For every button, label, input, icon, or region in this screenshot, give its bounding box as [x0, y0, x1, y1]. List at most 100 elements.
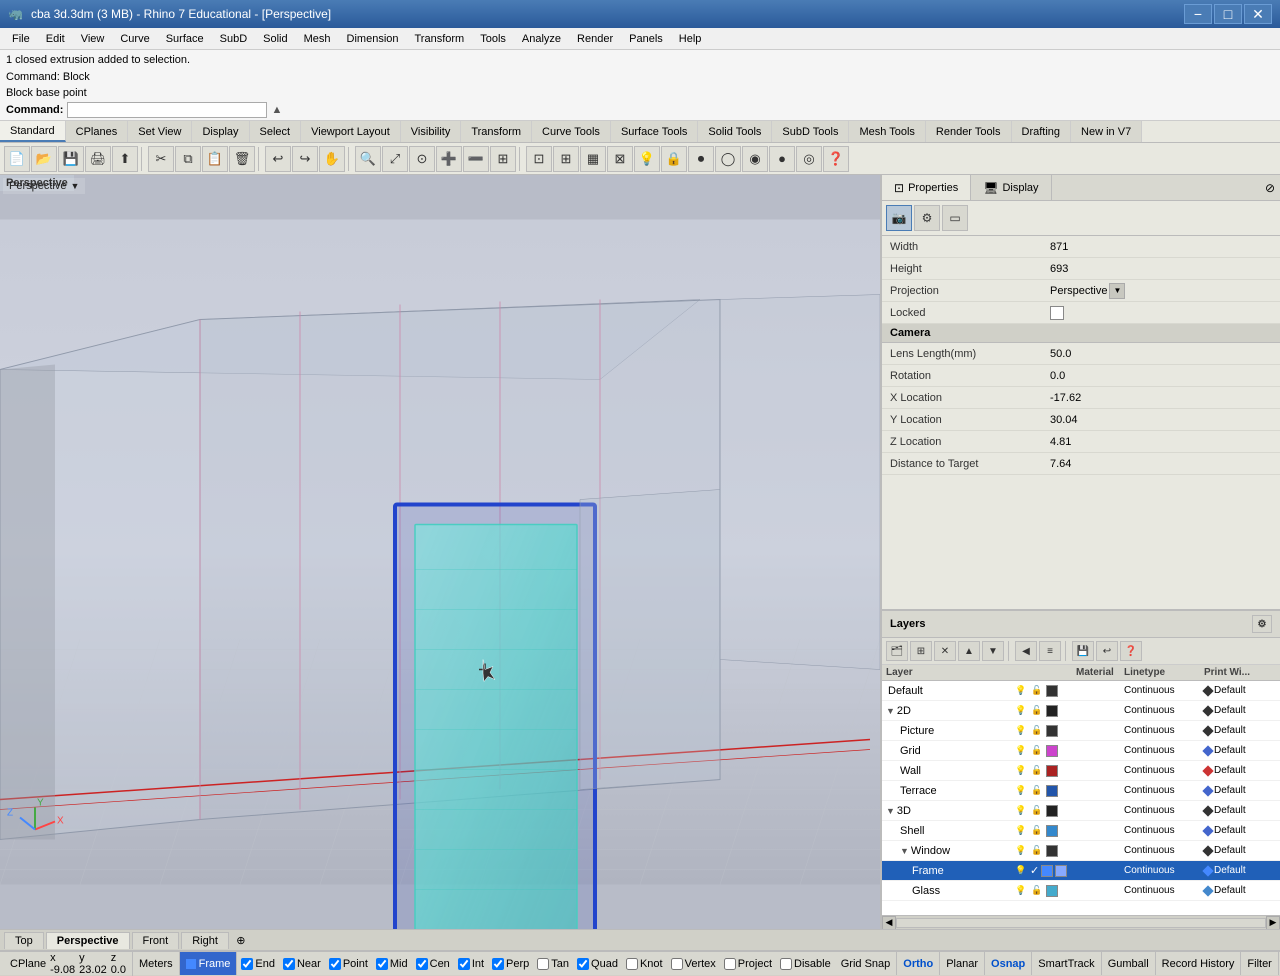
tab-display-panel[interactable]: 🖥 Display	[971, 175, 1051, 200]
osnap-button[interactable]: Osnap	[985, 952, 1032, 975]
layer-color-frame[interactable]	[1041, 865, 1053, 877]
layer-delete-button[interactable]: ✕	[934, 641, 956, 661]
layer-lock-glass[interactable]: 🔓	[1030, 884, 1044, 898]
osnap-project[interactable]: Project	[720, 958, 776, 970]
osnap-int[interactable]: Int	[454, 958, 488, 970]
menu-file[interactable]: File	[4, 31, 38, 47]
osnap-near-checkbox[interactable]	[283, 958, 295, 970]
copy-button[interactable]: ⧉	[175, 146, 201, 172]
tab-properties[interactable]: ⊡ Properties	[882, 175, 971, 200]
layer-color-glass[interactable]	[1046, 885, 1058, 897]
pan-button[interactable]: ✋	[319, 146, 345, 172]
menu-analyze[interactable]: Analyze	[514, 31, 569, 47]
layer-row-shell[interactable]: Shell 💡 🔓 Continuous Default	[882, 821, 1280, 841]
redo-button[interactable]: ↪	[292, 146, 318, 172]
layer-row-window[interactable]: ▼ Window 💡 🔓 Continuous Default	[882, 841, 1280, 861]
menu-dimension[interactable]: Dimension	[339, 31, 407, 47]
scroll-track[interactable]	[896, 918, 1266, 928]
layer-up-button[interactable]: ▲	[958, 641, 980, 661]
zoom-extents[interactable]: ⤢	[382, 146, 408, 172]
layer-row-default[interactable]: Default 💡 🔓 Continuous Default	[882, 681, 1280, 701]
layer-visible-2d[interactable]: 💡	[1014, 704, 1028, 718]
tab-render-tools[interactable]: Render Tools	[926, 121, 1012, 142]
layer-indicator[interactable]: Frame	[180, 952, 238, 975]
projection-dropdown-arrow[interactable]: ▼	[1109, 283, 1125, 299]
osnap-project-checkbox[interactable]	[724, 958, 736, 970]
panel-collapse-button[interactable]: ⊘	[1260, 175, 1280, 200]
menu-help[interactable]: Help	[671, 31, 710, 47]
layer-expand-2d[interactable]: ▼	[886, 706, 895, 716]
menu-render[interactable]: Render	[569, 31, 621, 47]
tab-subd-tools[interactable]: SubD Tools	[772, 121, 849, 142]
settings-icon-button[interactable]: ⚙	[914, 205, 940, 231]
incremental-save[interactable]: ⬆	[112, 146, 138, 172]
layer-lock-3d[interactable]: 🔓	[1030, 804, 1044, 818]
record-history-button[interactable]: Record History	[1156, 952, 1242, 975]
rect-icon-button[interactable]: ▭	[942, 205, 968, 231]
smarttrack-button[interactable]: SmartTrack	[1032, 952, 1101, 975]
tab-right[interactable]: Right	[181, 932, 229, 949]
osnap-mid[interactable]: Mid	[372, 958, 412, 970]
layer-row-2d[interactable]: ▼ 2D 💡 🔓 Continuous Default	[882, 701, 1280, 721]
tab-display[interactable]: Display	[192, 121, 249, 142]
osnap-cen-checkbox[interactable]	[416, 958, 428, 970]
layer-row-3d[interactable]: ▼ 3D 💡 🔓 Continuous Default	[882, 801, 1280, 821]
layer-color-window[interactable]	[1046, 845, 1058, 857]
layer-down-button[interactable]: ▼	[982, 641, 1004, 661]
menu-mesh[interactable]: Mesh	[296, 31, 339, 47]
help-button[interactable]: ❓	[823, 146, 849, 172]
menu-surface[interactable]: Surface	[158, 31, 212, 47]
osnap-tan[interactable]: Tan	[533, 958, 573, 970]
viewport-grid[interactable]: ⊞	[490, 146, 516, 172]
osnap-quad-checkbox[interactable]	[577, 958, 589, 970]
osnap-point-checkbox[interactable]	[329, 958, 341, 970]
zoom-out[interactable]: ➖	[463, 146, 489, 172]
viewport-container[interactable]: Perspective	[0, 175, 880, 929]
menu-panels[interactable]: Panels	[621, 31, 671, 47]
filter-button[interactable]: Filter	[1241, 952, 1278, 975]
record-history[interactable]: ⏺	[688, 146, 714, 172]
crossing-select[interactable]: ⊠	[607, 146, 633, 172]
osnap-mid-checkbox[interactable]	[376, 958, 388, 970]
layer-lock-default[interactable]: 🔓	[1030, 684, 1044, 698]
undo-button[interactable]: ↩	[265, 146, 291, 172]
layer-color-shell[interactable]	[1046, 825, 1058, 837]
layer-color-terrace[interactable]	[1046, 785, 1058, 797]
scroll-right-button[interactable]: ▶	[1266, 916, 1280, 930]
viewport-label[interactable]: Perspective ▼	[3, 178, 85, 194]
layer-lock-terrace[interactable]: 🔓	[1030, 784, 1044, 798]
print-button[interactable]: 🖨	[85, 146, 111, 172]
menu-solid[interactable]: Solid	[255, 31, 295, 47]
select-all[interactable]: ⊡	[526, 146, 552, 172]
col-layer[interactable]: Layer	[882, 667, 1012, 678]
layer-row-grid[interactable]: Grid 💡 🔓 Continuous Default	[882, 741, 1280, 761]
menu-transform[interactable]: Transform	[407, 31, 473, 47]
layer-help-button[interactable]: ❓	[1120, 641, 1142, 661]
zoom-window[interactable]: 🔍	[355, 146, 381, 172]
add-viewport-button[interactable]: ⊕	[231, 934, 251, 947]
layer-row-picture[interactable]: Picture 💡 🔓 Continuous Default	[882, 721, 1280, 741]
layer-visible-terrace[interactable]: 💡	[1014, 784, 1028, 798]
layers-settings-icon[interactable]: ⚙	[1252, 615, 1272, 633]
layer-color-grid[interactable]	[1046, 745, 1058, 757]
osnap-end[interactable]: End	[237, 958, 279, 970]
osnap-perp[interactable]: Perp	[488, 958, 533, 970]
tab-curve-tools[interactable]: Curve Tools	[532, 121, 611, 142]
layer-expand-window[interactable]: ▼	[900, 846, 909, 856]
layer-lock-wall[interactable]: 🔓	[1030, 764, 1044, 778]
layer-expand-3d[interactable]: ▼	[886, 806, 895, 816]
tab-visibility[interactable]: Visibility	[401, 121, 462, 142]
col-linetype[interactable]: Linetype	[1120, 667, 1200, 678]
shaded[interactable]: ◉	[742, 146, 768, 172]
osnap-near[interactable]: Near	[279, 958, 325, 970]
layer-lock-2d[interactable]: 🔓	[1030, 704, 1044, 718]
osnap-perp-checkbox[interactable]	[492, 958, 504, 970]
lights[interactable]: 💡	[634, 146, 660, 172]
layer-visible-default[interactable]: 💡	[1014, 684, 1028, 698]
layer-lock-window[interactable]: 🔓	[1030, 844, 1044, 858]
menu-tools[interactable]: Tools	[472, 31, 514, 47]
menu-edit[interactable]: Edit	[38, 31, 73, 47]
locked-checkbox[interactable]	[1050, 306, 1064, 320]
wireframe[interactable]: ◯	[715, 146, 741, 172]
osnap-disable[interactable]: Disable	[776, 958, 835, 970]
